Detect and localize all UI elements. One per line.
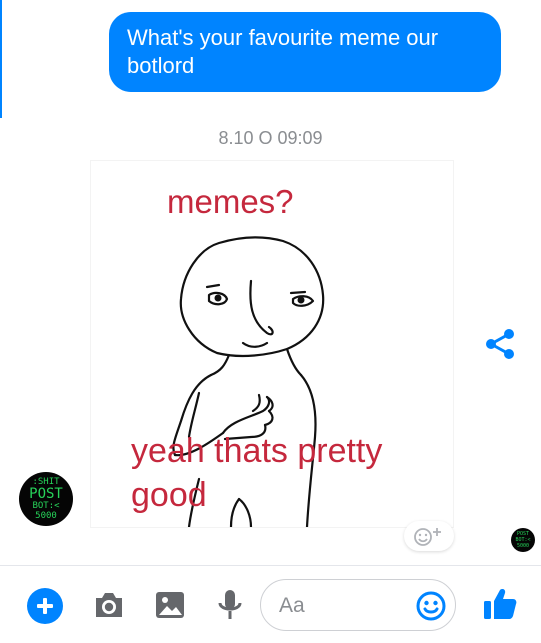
bot-avatar-line3: BOT:< [32,501,60,511]
seen-avatar-line3: 5000 [516,543,530,549]
bot-avatar-line2: POST [29,486,63,502]
meme-top-caption: memes? [167,183,294,220]
add-reaction-button[interactable] [404,521,454,551]
image-icon[interactable] [153,588,187,622]
plus-icon[interactable] [27,588,63,624]
message-timestamp: 8.10 O 09:09 [218,128,323,148]
bot-avatar[interactable]: :SHIT POST BOT:< 5000 [19,472,73,526]
seen-avatar: POST BOT:< 5000 [511,528,535,552]
meme-bottom-caption: yeah thats pretty good [131,432,383,514]
camera-icon[interactable] [92,588,126,622]
outgoing-message-text: What's your favourite meme our botlord [127,25,439,78]
microphone-icon[interactable] [213,586,247,624]
bot-avatar-line4: 5000 [35,511,57,521]
left-edge-indicator [0,0,2,118]
composer-bar [0,566,541,643]
share-icon[interactable] [484,327,516,361]
meme-image[interactable]: memes? yeah thats pretty good [90,160,454,528]
emoji-icon[interactable] [415,590,447,622]
outgoing-message-bubble[interactable]: What's your favourite meme our botlord [109,12,501,92]
message-input-pill[interactable] [260,579,456,631]
thumbs-up-icon[interactable] [482,586,518,622]
add-reaction-icon [414,528,441,546]
message-input[interactable] [279,592,409,620]
